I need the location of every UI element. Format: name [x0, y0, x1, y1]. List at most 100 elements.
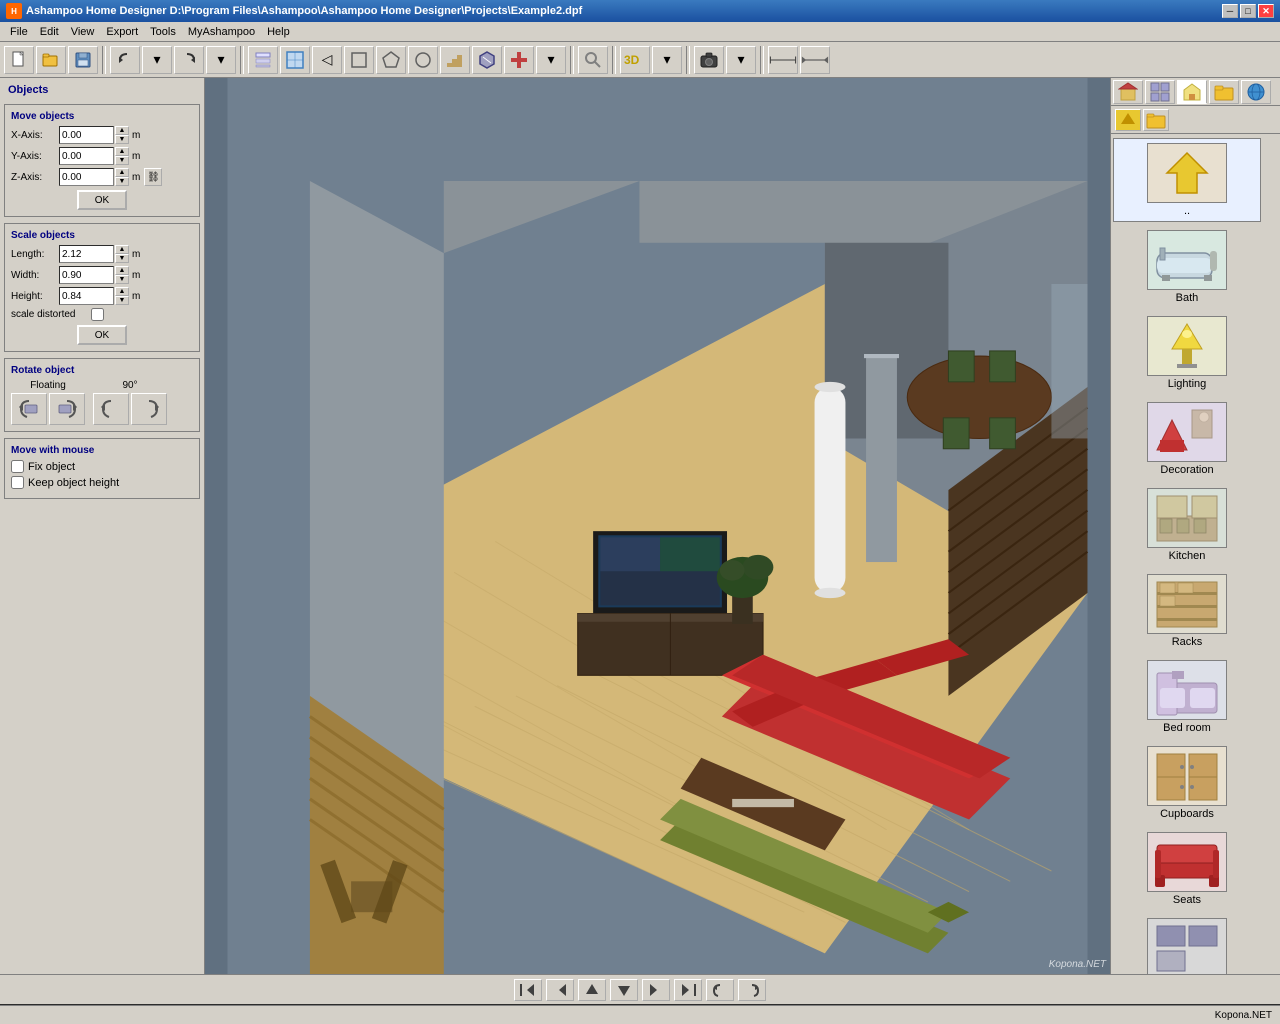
height-up[interactable]: ▲	[115, 287, 129, 296]
toolbar-save[interactable]	[68, 46, 98, 74]
catalog-item-cupboards[interactable]: Cupboards	[1113, 742, 1261, 824]
rotate-cw-button[interactable]	[49, 393, 85, 425]
width-up[interactable]: ▲	[115, 266, 129, 275]
y-axis-up[interactable]: ▲	[115, 147, 129, 156]
catalog-item-seats[interactable]: Seats	[1113, 828, 1261, 910]
catalog-item-bath[interactable]: Bath	[1113, 226, 1261, 308]
nav-prev-prev[interactable]	[514, 979, 542, 1001]
toolbar-dropdown3[interactable]: ▾	[536, 46, 566, 74]
y-axis-spinner[interactable]: ▲ ▼	[115, 147, 129, 165]
toolbar-3d[interactable]: 3D	[620, 46, 650, 74]
viewport[interactable]: Kopona.NET	[205, 78, 1110, 974]
catalog-item-kitchen[interactable]: Kitchen	[1113, 484, 1261, 566]
menu-edit[interactable]: Edit	[34, 24, 65, 40]
toolbar-view2d[interactable]	[280, 46, 310, 74]
length-spinner[interactable]: ▲ ▼	[115, 245, 129, 263]
catalog-item-bedroom[interactable]: Bed room	[1113, 656, 1261, 738]
toolbar-undo[interactable]	[110, 46, 140, 74]
height-down[interactable]: ▼	[115, 296, 129, 305]
nav-next[interactable]	[642, 979, 670, 1001]
toolbar-camera[interactable]	[694, 46, 724, 74]
menu-export[interactable]: Export	[100, 24, 144, 40]
width-input[interactable]	[59, 266, 114, 284]
width-spinner[interactable]: ▲ ▼	[115, 266, 129, 284]
toolbar-search[interactable]	[578, 46, 608, 74]
toolbar-circle[interactable]	[408, 46, 438, 74]
toolbar-measure[interactable]	[768, 46, 798, 74]
rtab-grid[interactable]	[1145, 80, 1175, 104]
rtab-object[interactable]	[1177, 80, 1207, 104]
menu-myashampoo[interactable]: MyAshampoo	[182, 24, 261, 40]
nav-down[interactable]	[610, 979, 638, 1001]
catalog-item-up[interactable]: ..	[1113, 138, 1261, 222]
rtab-globe[interactable]	[1241, 80, 1271, 104]
catalog-item-more[interactable]: ...	[1113, 914, 1261, 974]
nav-rotate-right[interactable]	[738, 979, 766, 1001]
close-button[interactable]: ✕	[1258, 4, 1274, 18]
maximize-button[interactable]: □	[1240, 4, 1256, 18]
z-axis-down[interactable]: ▼	[115, 177, 129, 186]
toolbar-select[interactable]	[248, 46, 278, 74]
height-spinner[interactable]: ▲ ▼	[115, 287, 129, 305]
nav-rotate-left[interactable]	[706, 979, 734, 1001]
y-axis-input[interactable]	[59, 147, 114, 165]
height-label: Height:	[11, 291, 59, 302]
toolbar-open[interactable]	[36, 46, 66, 74]
toolbar-arrows[interactable]	[800, 46, 830, 74]
menu-help[interactable]: Help	[261, 24, 296, 40]
toolbar-redo[interactable]	[174, 46, 204, 74]
fix-object-label: Fix object	[28, 461, 75, 473]
catalog-item-bath-label: Bath	[1176, 292, 1199, 304]
z-axis-input[interactable]	[59, 168, 114, 186]
length-down[interactable]: ▼	[115, 254, 129, 263]
z-axis-up[interactable]: ▲	[115, 168, 129, 177]
rotate-90-ccw-button[interactable]	[93, 393, 129, 425]
nav-up[interactable]	[578, 979, 606, 1001]
rotate-ccw-button[interactable]	[11, 393, 47, 425]
keep-height-checkbox[interactable]	[11, 476, 24, 489]
length-up[interactable]: ▲	[115, 245, 129, 254]
titlebar-controls[interactable]: ─ □ ✕	[1222, 4, 1274, 18]
menu-file[interactable]: File	[4, 24, 34, 40]
height-input[interactable]	[59, 287, 114, 305]
toolbar-camera-dropdown[interactable]: ▾	[726, 46, 756, 74]
move-link-icon[interactable]: ⛓	[144, 168, 162, 186]
toolbar-redo-dropdown[interactable]: ▾	[206, 46, 236, 74]
toolbar-new[interactable]	[4, 46, 34, 74]
width-down[interactable]: ▼	[115, 275, 129, 284]
rtab-building[interactable]	[1113, 80, 1143, 104]
titlebar: H Ashampoo Home Designer D:\Program File…	[0, 0, 1280, 22]
x-axis-up[interactable]: ▲	[115, 126, 129, 135]
toolbar-3d-dropdown[interactable]: ▾	[652, 46, 682, 74]
scale-distorted-checkbox[interactable]	[91, 308, 104, 321]
menu-tools[interactable]: Tools	[144, 24, 182, 40]
right-nav-up[interactable]	[1115, 109, 1141, 131]
catalog-item-decoration[interactable]: Decoration	[1113, 398, 1261, 480]
catalog-item-lighting[interactable]: Lighting	[1113, 312, 1261, 394]
rtab-folder-yellow[interactable]	[1209, 80, 1239, 104]
toolbar-cross[interactable]	[504, 46, 534, 74]
z-axis-spinner[interactable]: ▲ ▼	[115, 168, 129, 186]
length-input[interactable]	[59, 245, 114, 263]
toolbar-undo-dropdown[interactable]: ▾	[142, 46, 172, 74]
nav-prev[interactable]	[546, 979, 574, 1001]
toolbar-box[interactable]	[344, 46, 374, 74]
toolbar-polygon[interactable]	[376, 46, 406, 74]
x-axis-input[interactable]	[59, 126, 114, 144]
toolbar-stairs[interactable]	[440, 46, 470, 74]
toolbar-hex[interactable]	[472, 46, 502, 74]
x-axis-spinner[interactable]: ▲ ▼	[115, 126, 129, 144]
right-content[interactable]: .. Bath	[1111, 134, 1280, 974]
menu-view[interactable]: View	[65, 24, 101, 40]
toolbar-arrow-left[interactable]: ◁	[312, 46, 342, 74]
catalog-item-racks[interactable]: Racks	[1113, 570, 1261, 652]
x-axis-down[interactable]: ▼	[115, 135, 129, 144]
right-nav-folder[interactable]	[1143, 109, 1169, 131]
fix-object-checkbox[interactable]	[11, 460, 24, 473]
y-axis-down[interactable]: ▼	[115, 156, 129, 165]
move-ok-button[interactable]: OK	[77, 190, 127, 210]
nav-next-next[interactable]	[674, 979, 702, 1001]
scale-ok-button[interactable]: OK	[77, 325, 127, 345]
rotate-90-cw-button[interactable]	[131, 393, 167, 425]
minimize-button[interactable]: ─	[1222, 4, 1238, 18]
